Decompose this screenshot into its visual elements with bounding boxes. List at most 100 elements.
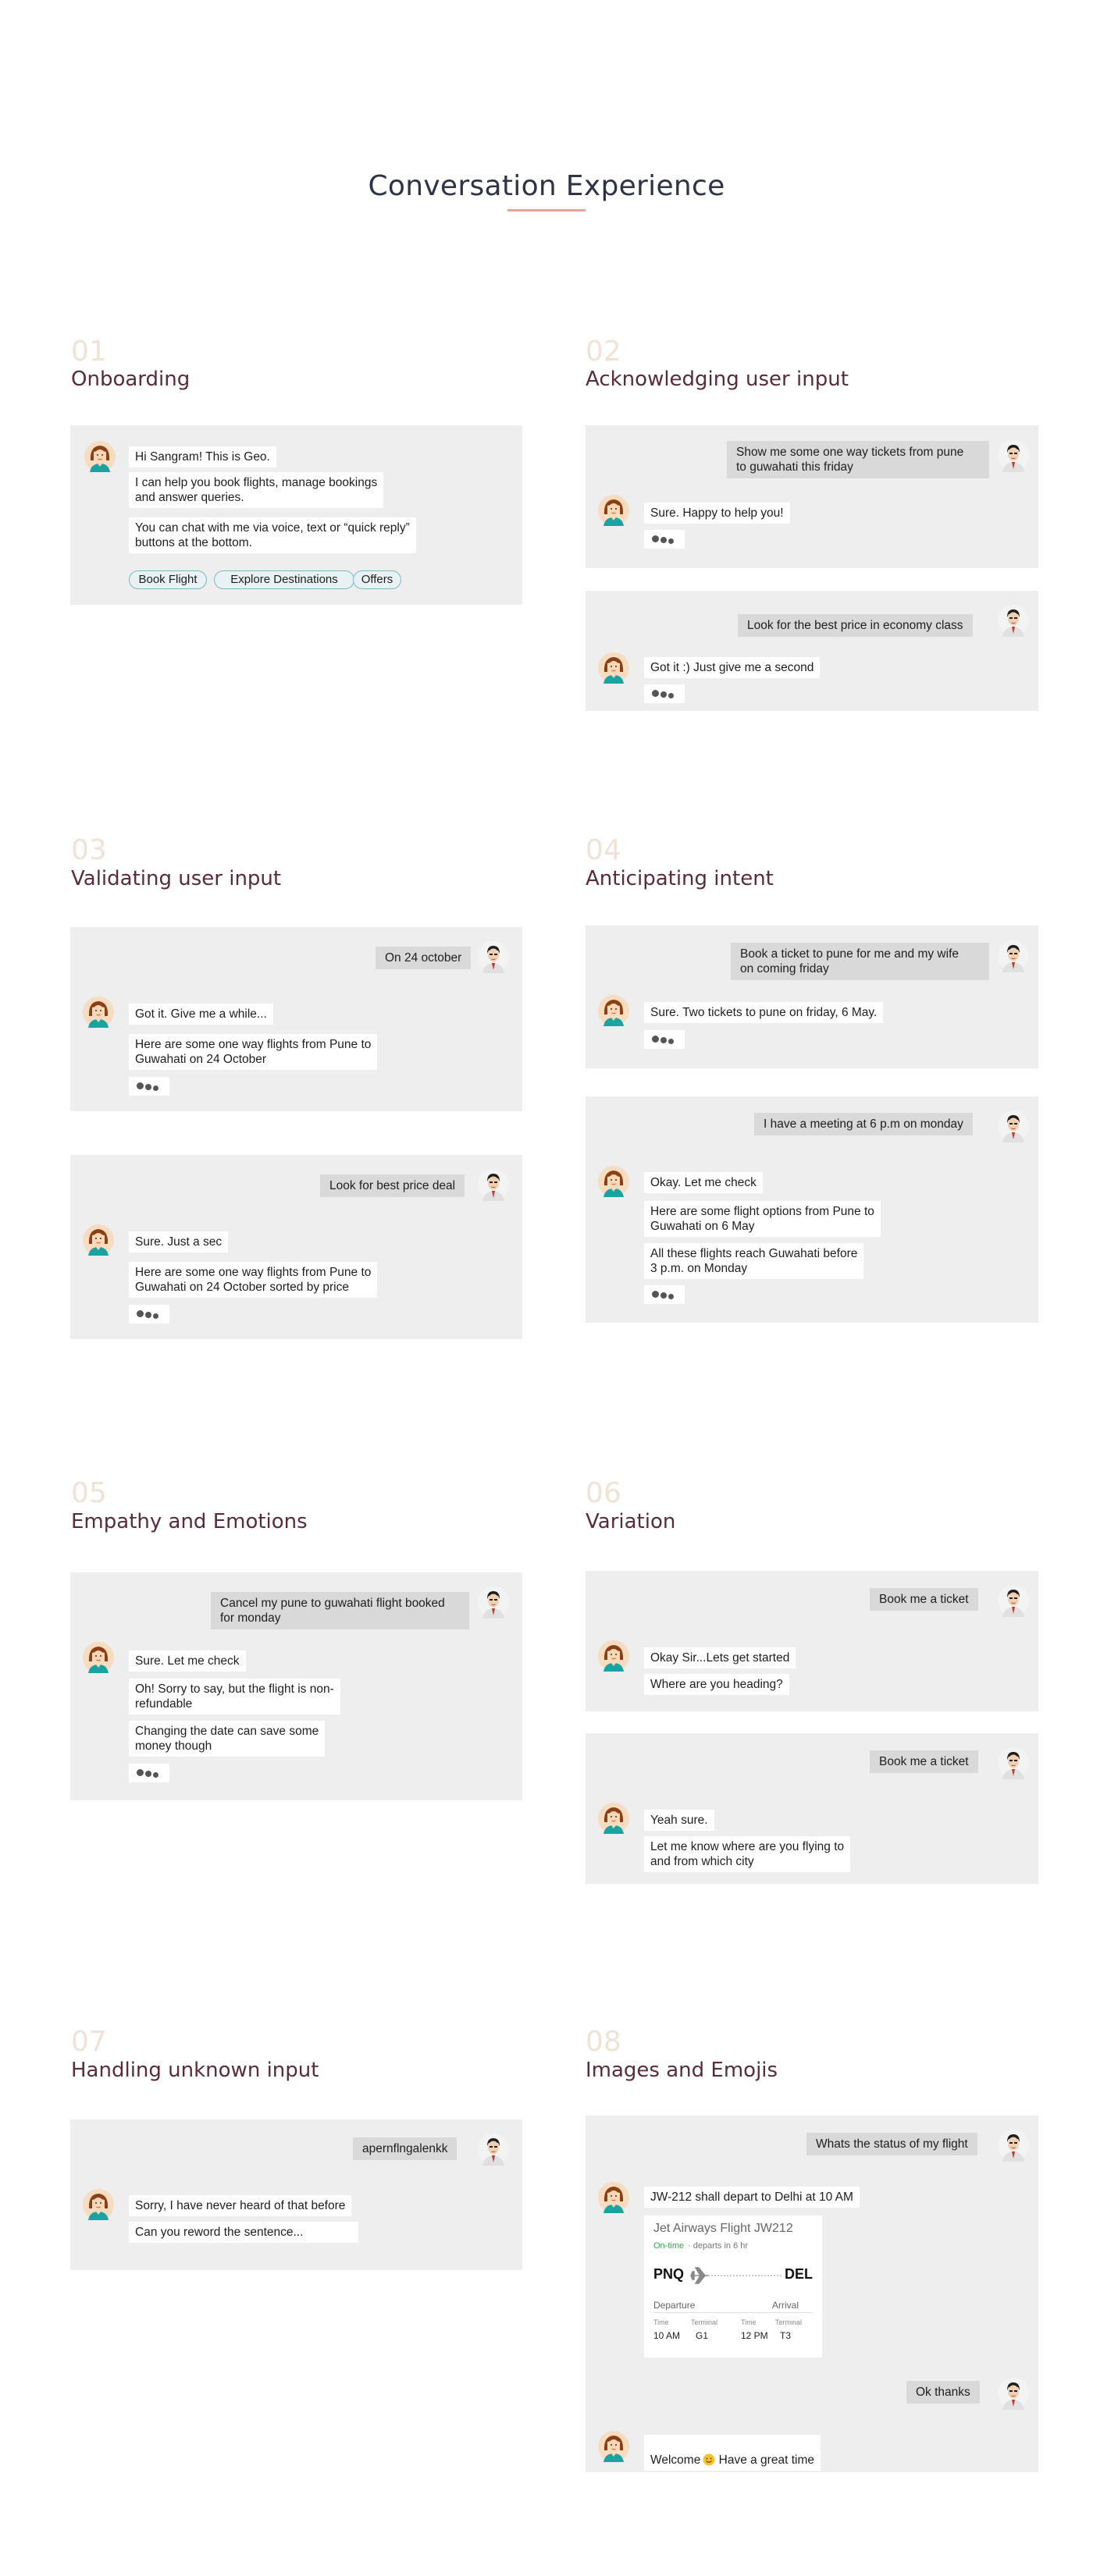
bot-message: Where are you heading? — [644, 1674, 789, 1695]
bot-message: Yeah sure. — [644, 1810, 714, 1831]
flight-status-ontime: On-time — [653, 2241, 685, 2251]
plane-icon — [690, 2267, 783, 2284]
user-message: Book me a ticket — [870, 1588, 978, 1611]
bot-avatar-icon — [597, 2430, 630, 2463]
departure-terminal: G1 — [696, 2330, 709, 2341]
bot-message: Welcome Have a great time — [644, 2435, 821, 2471]
user-avatar-icon — [997, 2377, 1030, 2410]
chat-panel: Book me a ticket Okay Sir...Lets get sta… — [586, 1571, 1038, 1711]
bot-avatar-icon — [597, 1802, 630, 1835]
bot-message-text: Welcome — [650, 2453, 701, 2467]
bot-message: You can chat with me via voice, text or … — [129, 517, 416, 553]
bot-avatar-icon — [597, 1165, 630, 1198]
user-avatar-icon — [997, 439, 1030, 472]
bot-message: I can help you book flights, manage book… — [129, 472, 384, 508]
flight-card-title: Jet Airways Flight JW212 — [653, 2222, 793, 2235]
arr-time-label: Time — [741, 2318, 757, 2326]
user-avatar-icon — [477, 1586, 510, 1618]
bot-message-text: Have a great time — [715, 2453, 814, 2467]
chat-panel: Hi Sangram! This is Geo. I can help you … — [70, 425, 522, 605]
typing-dots-icon — [644, 684, 685, 703]
user-message: On 24 october — [376, 947, 472, 969]
section-number: 05 — [71, 1477, 107, 1509]
bot-message: Let me know where are you flying to and … — [644, 1836, 851, 1872]
divider — [653, 2312, 813, 2313]
section-title: Validating user input — [71, 867, 282, 890]
bot-message: Hi Sangram! This is Geo. — [129, 446, 276, 467]
bot-avatar-icon — [82, 1224, 115, 1256]
bot-avatar-icon — [82, 996, 115, 1029]
section-number: 02 — [586, 336, 621, 368]
bot-avatar-icon — [597, 2181, 630, 2214]
user-avatar-icon — [477, 1168, 510, 1201]
bot-message: All these flights reach Guwahati before … — [644, 1243, 864, 1279]
bot-avatar-icon — [82, 2188, 115, 2221]
flight-status-card[interactable]: Jet Airways Flight JW212 On-time · depar… — [644, 2215, 822, 2357]
section-number: 04 — [586, 834, 621, 866]
chat-panel: Book a ticket to pune for me and my wife… — [586, 926, 1038, 1068]
section-number: 06 — [586, 1477, 621, 1509]
bot-message: Here are some one way flights from Pune … — [129, 1034, 378, 1070]
section-title: Onboarding — [71, 368, 190, 391]
bot-message: Oh! Sorry to say, but the flight is non-… — [129, 1679, 340, 1714]
bot-message: JW-212 shall depart to Delhi at 10 AM — [644, 2187, 860, 2208]
user-message: I have a meeting at 6 p.m on monday — [754, 1113, 973, 1135]
bot-message: Changing the date can save some money th… — [129, 1721, 326, 1757]
title-underline — [507, 209, 586, 211]
section-title: Acknowledging user input — [586, 368, 849, 391]
bot-message: Okay. Let me check — [644, 1172, 763, 1193]
section-number: 08 — [586, 2026, 621, 2058]
quick-reply-offers[interactable]: Offers — [353, 570, 401, 589]
destination-code: DEL — [785, 2266, 813, 2282]
arr-terminal-label: Terminal — [775, 2318, 803, 2326]
user-avatar-icon — [997, 1746, 1030, 1779]
section-number: 01 — [71, 336, 107, 368]
typing-dots-icon — [129, 1077, 169, 1096]
bot-message: Got it. Give me a while... — [129, 1004, 273, 1025]
user-message: Book a ticket to pune for me and my wife… — [731, 943, 989, 980]
quick-reply-book-flight[interactable]: Book Flight — [129, 570, 207, 589]
typing-dots-icon — [644, 530, 685, 549]
origin-code: PNQ — [653, 2266, 685, 2282]
user-message: Ok thanks — [906, 2381, 980, 2404]
bot-message: Can you reword the sentence... — [129, 2222, 358, 2243]
user-avatar-icon — [997, 1110, 1030, 1142]
arrival-terminal: T3 — [780, 2330, 792, 2341]
dep-terminal-label: Terminal — [691, 2318, 718, 2326]
quick-reply-explore-destinations[interactable]: Explore Destinations — [214, 570, 354, 589]
section-title: Handling unknown input — [71, 2059, 319, 2082]
bot-avatar-icon — [82, 1641, 115, 1674]
section-number: 03 — [71, 834, 107, 866]
user-avatar-icon — [997, 604, 1030, 637]
smiley-emoji-icon — [703, 2453, 715, 2466]
user-message: Book me a ticket — [870, 1750, 978, 1773]
bot-message: Sure. Let me check — [129, 1650, 246, 1672]
bot-message: Here are some flight options from Pune t… — [644, 1201, 881, 1237]
bot-message: Got it :) Just give me a second — [644, 657, 821, 678]
chat-panel: Show me some one way tickets from pune t… — [586, 425, 1038, 568]
chat-panel: Look for the best price in economy class… — [586, 591, 1038, 711]
bot-avatar-icon — [597, 652, 630, 684]
section-title: Empathy and Emotions — [71, 1510, 308, 1533]
typing-dots-icon — [129, 1305, 169, 1324]
chat-panel: I have a meeting at 6 p.m on monday Okay… — [586, 1096, 1038, 1323]
arrival-label: Arrival — [772, 2300, 799, 2311]
bot-avatar-icon — [597, 1640, 630, 1672]
typing-dots-icon — [644, 1030, 685, 1049]
user-message: Look for best price deal — [320, 1174, 465, 1197]
user-message: apernflngalenkk — [353, 2137, 457, 2160]
bot-message: Here are some one way flights from Pune … — [129, 1262, 378, 1298]
user-message: Look for the best price in economy class — [738, 614, 973, 637]
chat-panel: Cancel my pune to guwahati flight booked… — [70, 1572, 522, 1800]
bot-avatar-icon — [84, 440, 116, 473]
typing-dots-icon — [644, 1285, 685, 1304]
section-title: Images and Emojis — [586, 2059, 778, 2082]
section-number: 07 — [71, 2026, 107, 2058]
user-avatar-icon — [997, 1584, 1030, 1617]
chat-panel: Look for best price deal Sure. Just a se… — [70, 1155, 522, 1339]
bot-message: Sure. Two tickets to pune on friday, 6 M… — [644, 1002, 884, 1023]
user-avatar-icon — [997, 2129, 1030, 2162]
user-avatar-icon — [477, 940, 510, 973]
section-title: Anticipating intent — [586, 867, 774, 890]
user-message: Show me some one way tickets from pune t… — [727, 441, 989, 478]
